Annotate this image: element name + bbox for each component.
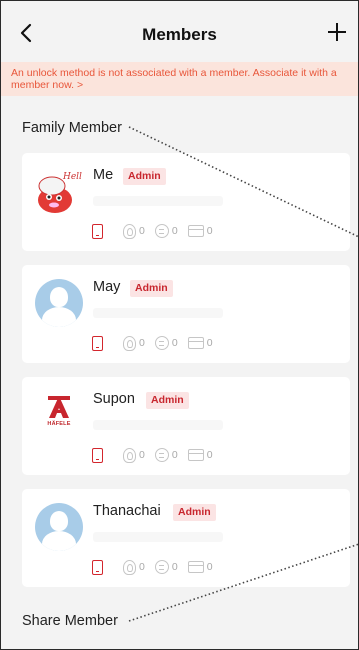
member-name: Thanachai [93,503,161,519]
top-bar: Members [1,1,358,59]
avatar [35,503,83,551]
password-count: 0 [154,448,178,462]
add-member-button[interactable] [324,19,350,45]
member-name: Supon [93,391,135,407]
unlock-methods: 0 0 0 [92,223,223,239]
password-count: 0 [154,560,178,574]
member-card[interactable]: Hell Me Admin 0 0 0 [22,153,350,251]
fingerprint-count: 0 [123,335,145,351]
avatar [35,279,83,327]
unlock-methods: 0 0 0 [92,559,223,575]
card-icon [187,561,204,573]
password-icon [154,448,169,462]
fingerprint-icon [123,335,136,351]
app-screen: Members An unlock method is not associat… [0,0,359,650]
avatar: Hell [35,167,83,215]
password-count: 0 [154,224,178,238]
cartoon-character-icon: Hell [38,172,82,213]
phone-icon [92,447,103,463]
password-icon [154,224,169,238]
unlock-methods: 0 0 0 [92,447,223,463]
member-name: Me [93,167,114,183]
unassociated-unlock-banner[interactable]: An unlock method is not associated with … [1,62,358,96]
member-name: May [93,279,121,295]
share-member-heading: Share Member [22,613,118,629]
avatar: HÄFELE [35,391,83,439]
plus-icon [328,23,346,41]
member-card[interactable]: HÄFELE Supon Admin 0 0 0 [22,377,350,475]
fingerprint-count: 0 [123,223,145,239]
person-body-shape [42,531,76,551]
card-count: 0 [187,225,213,237]
member-subtitle-redacted [93,196,223,206]
admin-badge: Admin [146,392,189,409]
person-head-shape [50,511,68,531]
phone-icon [92,559,103,575]
hafele-logo-text: HÄFELE [47,421,71,427]
member-card[interactable]: Thanachai Admin 0 0 0 [22,489,350,587]
member-subtitle-redacted [93,532,223,542]
fingerprint-icon [123,223,136,239]
member-subtitle-redacted [93,420,223,430]
card-count: 0 [187,337,213,349]
card-count: 0 [187,449,213,461]
member-subtitle-redacted [93,308,223,318]
member-card[interactable]: May Admin 0 0 0 [22,265,350,363]
person-body-shape [42,307,76,327]
card-icon [187,225,204,237]
admin-badge: Admin [130,280,173,297]
card-icon [187,337,204,349]
password-icon [154,560,169,574]
svg-text:Hell: Hell [62,172,82,182]
person-head-shape [50,287,68,307]
phone-icon [92,223,103,239]
card-count: 0 [187,561,213,573]
admin-badge: Admin [123,168,166,185]
fingerprint-count: 0 [123,559,145,575]
admin-badge: Admin [173,504,216,521]
card-icon [187,449,204,461]
unlock-methods: 0 0 0 [92,335,223,351]
page-title: Members [142,25,217,44]
password-count: 0 [154,336,178,350]
fingerprint-count: 0 [123,447,145,463]
hafele-logo-icon [48,396,70,418]
phone-icon [92,335,103,351]
family-member-heading: Family Member [22,120,122,136]
fingerprint-icon [123,559,136,575]
password-icon [154,336,169,350]
banner-text: An unlock method is not associated with … [11,67,337,91]
fingerprint-icon [123,447,136,463]
